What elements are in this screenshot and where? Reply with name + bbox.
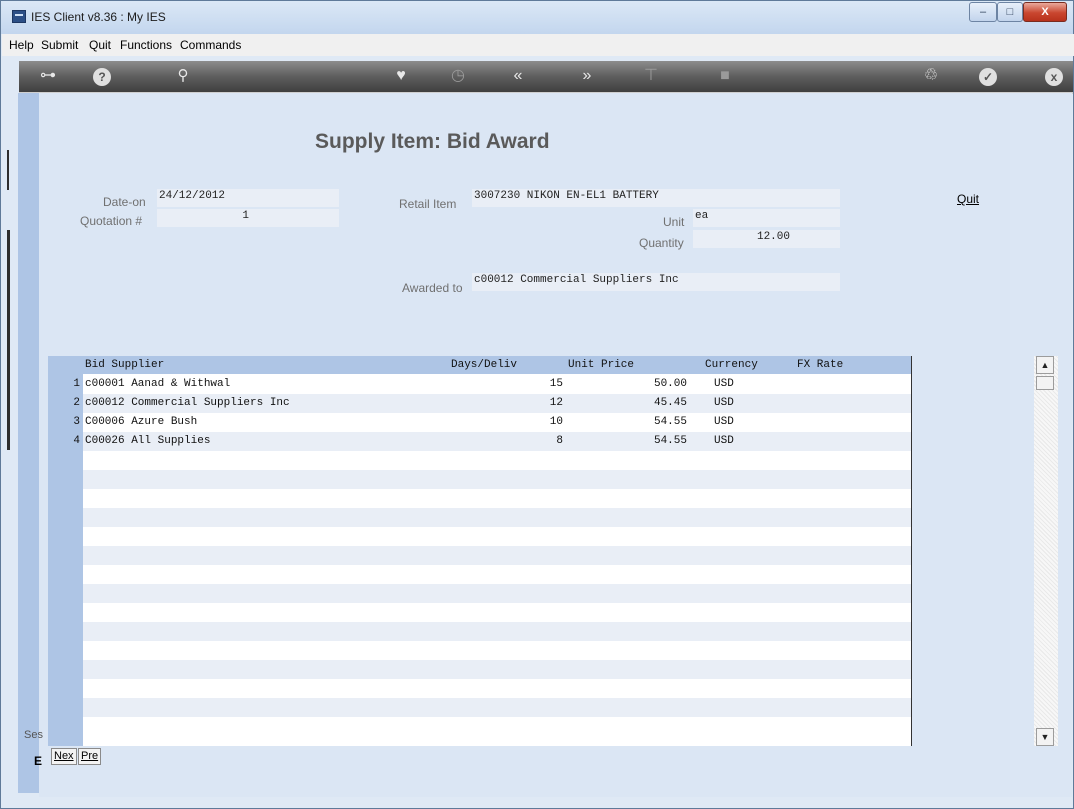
left-edge-bar	[7, 230, 10, 450]
cell-days: 10	[549, 416, 563, 428]
header-days-deliv: Days/Deliv	[451, 359, 518, 371]
header-bid-supplier: Bid Supplier	[85, 359, 165, 371]
empty-row[interactable]	[83, 717, 911, 736]
heart-icon[interactable]: ♥	[389, 66, 413, 86]
rewind-icon[interactable]: «	[506, 66, 530, 86]
fork-icon[interactable]: ⊤	[639, 66, 663, 86]
cell-price: 50.00	[653, 378, 687, 390]
empty-row[interactable]	[83, 584, 911, 603]
page-title: Supply Item: Bid Award	[315, 130, 550, 153]
cell-price: 45.45	[653, 397, 687, 409]
table-row[interactable]: c00001 Aanad & Withwal 15 50.00 USD	[83, 375, 911, 394]
unit-field[interactable]: ea	[693, 209, 840, 227]
toolbar: ⊶ ? ⚲ ♥ ◷ « » ⊤ ■ ♲ ✓ x	[19, 61, 1073, 94]
row-number: 3	[73, 416, 80, 428]
row-number: 1	[73, 378, 80, 390]
empty-row[interactable]	[83, 451, 911, 470]
header-fx-rate: FX Rate	[797, 359, 844, 371]
table-row[interactable]: C00006 Azure Bush 10 54.55 USD	[83, 413, 911, 432]
cell-supplier: c00012 Commercial Suppliers Inc	[85, 397, 290, 409]
cell-price: 54.55	[653, 416, 687, 428]
cell-days: 12	[549, 397, 563, 409]
empty-row[interactable]	[83, 470, 911, 489]
awarded-to-label: Awarded to	[402, 281, 463, 295]
quotation-field[interactable]: 1	[157, 209, 339, 227]
unit-label: Unit	[663, 215, 685, 229]
fastforward-icon[interactable]: »	[575, 66, 599, 86]
cell-price: 54.55	[653, 435, 687, 447]
close-button[interactable]: X	[1023, 2, 1067, 22]
empty-row[interactable]	[83, 565, 911, 584]
awarded-to-field[interactable]: c00012 Commercial Suppliers Inc	[472, 273, 840, 291]
date-field[interactable]: 24/12/2012	[157, 189, 339, 207]
clock-icon[interactable]: ◷	[446, 66, 470, 86]
maximize-button[interactable]: □	[997, 2, 1023, 22]
row-number: 2	[73, 397, 80, 409]
cell-supplier: C00026 All Supplies	[85, 435, 211, 447]
empty-row[interactable]	[83, 622, 911, 641]
page-icon[interactable]: ■	[713, 66, 737, 86]
quantity-label: Quantity	[639, 236, 684, 250]
menu-quit[interactable]: Quit	[89, 38, 111, 52]
cell-supplier: c00001 Aanad & Withwal	[85, 378, 231, 390]
cell-currency: USD	[714, 435, 734, 447]
title-bar: IES Client v8.36 : My IES – □ X	[1, 1, 1073, 34]
scroll-down-icon[interactable]: ▼	[1036, 728, 1054, 746]
cell-days: 15	[549, 378, 563, 390]
menu-functions[interactable]: Functions	[120, 38, 172, 52]
cell-days: 8	[556, 435, 563, 447]
empty-row[interactable]	[83, 546, 911, 565]
menu-bar: Help Submit Quit Functions Commands	[2, 34, 1074, 56]
date-label: Date-on	[103, 195, 146, 209]
grid-header: Bid Supplier Days/Deliv Unit Price Curre…	[83, 356, 911, 374]
grid-scrollbar[interactable]: ▲ ▼	[1034, 356, 1058, 746]
empty-row[interactable]	[83, 527, 911, 546]
recycle-icon[interactable]: ♲	[919, 66, 943, 86]
cell-currency: USD	[714, 416, 734, 428]
cell-currency: USD	[714, 397, 734, 409]
row-number: 4	[73, 435, 80, 447]
key-icon[interactable]: ⊶	[33, 66, 63, 86]
window-title: IES Client v8.36 : My IES	[31, 10, 166, 24]
search-icon[interactable]: ⚲	[171, 66, 195, 86]
menu-help[interactable]: Help	[9, 38, 34, 52]
app-icon	[12, 10, 26, 23]
retail-item-label: Retail Item	[399, 197, 457, 211]
cell-currency: USD	[714, 378, 734, 390]
left-edge-marker	[7, 150, 9, 190]
status-indicator: E	[34, 754, 43, 768]
prev-button[interactable]: Pre	[78, 748, 102, 765]
retail-item-field[interactable]: 3007230 NIKON EN-EL1 BATTERY	[472, 189, 840, 207]
next-button[interactable]: Nex	[51, 748, 77, 765]
empty-row[interactable]	[83, 660, 911, 679]
session-label: Ses	[24, 729, 43, 741]
empty-row[interactable]	[83, 508, 911, 527]
window-bottom-border	[1, 797, 1073, 807]
bid-grid: Bid Supplier Days/Deliv Unit Price Curre…	[48, 356, 912, 746]
menu-commands[interactable]: Commands	[180, 38, 241, 52]
header-unit-price: Unit Price	[568, 359, 635, 371]
scroll-thumb[interactable]	[1036, 376, 1054, 390]
menu-submit[interactable]: Submit	[41, 38, 78, 52]
row-number-column	[48, 356, 83, 746]
scroll-up-icon[interactable]: ▲	[1036, 356, 1054, 374]
minimize-button[interactable]: –	[969, 2, 997, 22]
quit-link[interactable]: Quit	[957, 192, 979, 206]
close-icon[interactable]: x	[1045, 68, 1063, 86]
header-currency: Currency	[705, 359, 758, 371]
empty-row[interactable]	[83, 489, 911, 508]
help-icon[interactable]: ?	[93, 68, 111, 86]
empty-row[interactable]	[83, 698, 911, 717]
empty-row[interactable]	[83, 679, 911, 698]
left-strip	[18, 93, 39, 793]
quotation-label: Quotation #	[80, 214, 143, 228]
cell-supplier: C00006 Azure Bush	[85, 416, 198, 428]
quantity-field[interactable]: 12.00	[693, 230, 840, 248]
check-icon[interactable]: ✓	[979, 68, 997, 86]
table-row[interactable]: c00012 Commercial Suppliers Inc 12 45.45…	[83, 394, 911, 413]
table-row[interactable]: C00026 All Supplies 8 54.55 USD	[83, 432, 911, 451]
empty-row[interactable]	[83, 603, 911, 622]
empty-row[interactable]	[83, 641, 911, 660]
